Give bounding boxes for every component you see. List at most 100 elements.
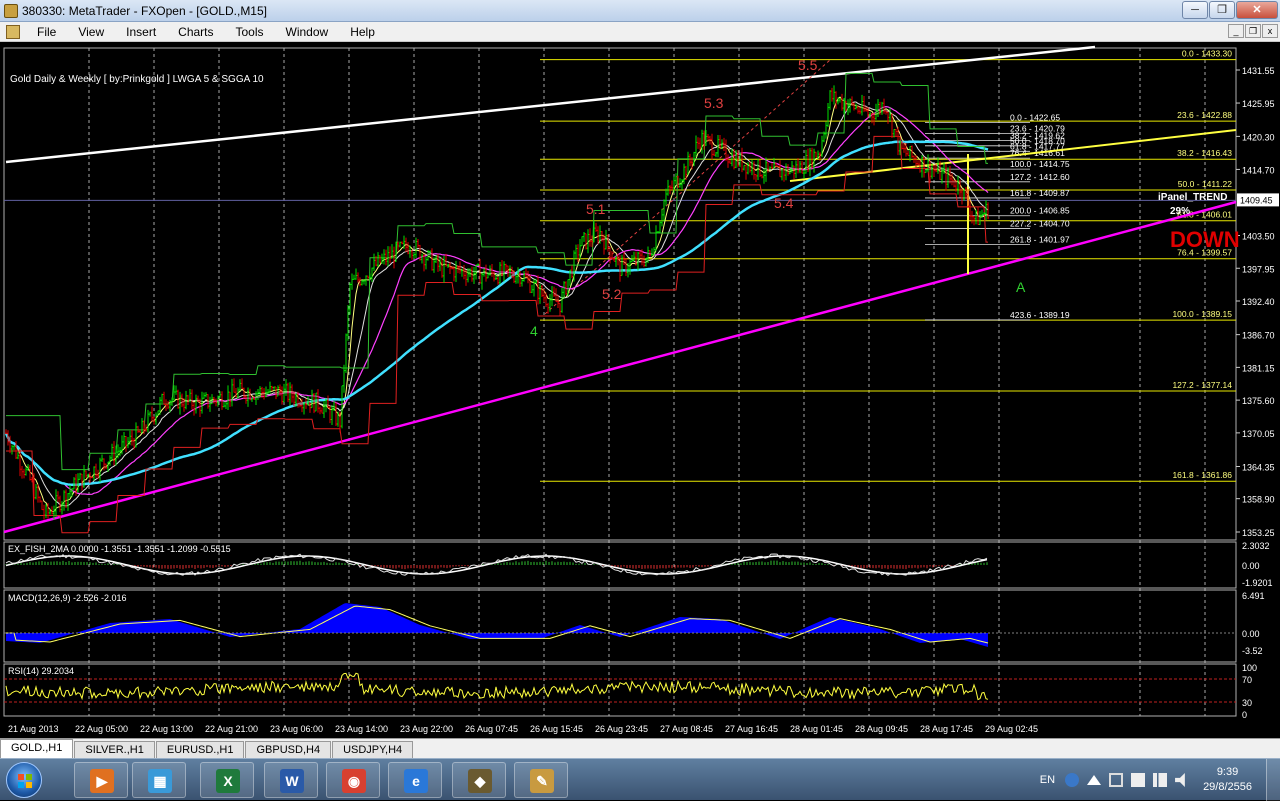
menu-window[interactable]: Window xyxy=(275,25,340,39)
mdi-controls: _ ❐ x xyxy=(1227,24,1278,38)
macd-label: MACD(12,26,9) -2.526 -2.016 xyxy=(8,593,127,603)
clock[interactable]: 9:39 29/8/2556 xyxy=(1203,765,1252,795)
taskbar-app-gallery[interactable]: ▦ xyxy=(132,762,186,798)
rsi-line xyxy=(5,672,989,701)
windows-taskbar: ▶ ▦ X W ◉ e ◆ ✎ EN 9:39 29/8/2556 xyxy=(0,758,1280,801)
fisher-axis-label: 2.3032 xyxy=(1242,541,1270,551)
taskbar-app-internet-explorer[interactable]: e xyxy=(388,762,442,798)
fisher-axis-label: -1.9201 xyxy=(1242,578,1273,588)
arrow-up-icon[interactable] xyxy=(1087,775,1102,785)
help-icon[interactable] xyxy=(1065,773,1080,787)
fib-ext-label: 261.8 - 1401.97 xyxy=(1010,235,1070,245)
taskbar-app-paint[interactable]: ✎ xyxy=(514,762,568,798)
mdi-minimize-button[interactable]: _ xyxy=(1228,24,1244,38)
time-axis-label: 26 Aug 07:45 xyxy=(465,724,518,734)
macd-axis-label: -3.52 xyxy=(1242,646,1263,656)
price-axis-label: 1353.25 xyxy=(1242,528,1275,538)
ma-long-line xyxy=(4,140,989,487)
fib-ext-label: 127.2 - 1412.60 xyxy=(1010,172,1070,182)
rsi-axis-label: 100 xyxy=(1242,663,1257,673)
fib-ext-label: 0.0 - 1422.65 xyxy=(1010,113,1060,123)
fib-level-label: 0.0 - 1433.30 xyxy=(1182,49,1232,59)
chart-document-icon[interactable] xyxy=(6,24,20,39)
menu-file[interactable]: File xyxy=(26,25,67,39)
fisher-line xyxy=(5,553,988,576)
time-axis-label: 22 Aug 21:00 xyxy=(205,724,258,734)
fib-level-label: 100.0 - 1389.15 xyxy=(1172,309,1232,319)
chart-tab-bar: GOLD.,H1 SILVER.,H1 EURUSD.,H1 GBPUSD,H4… xyxy=(0,738,1280,758)
taskbar-app-word[interactable]: W xyxy=(264,762,318,798)
fib-level-label: 127.2 - 1377.14 xyxy=(1172,380,1232,390)
time-axis-label: 23 Aug 14:00 xyxy=(335,724,388,734)
fib-ext-label: 161.8 - 1409.87 xyxy=(1010,188,1070,198)
metatrader-icon: ◆ xyxy=(468,769,492,793)
price-axis-label: 1420.30 xyxy=(1242,132,1275,142)
time-axis-label: 28 Aug 17:45 xyxy=(920,724,973,734)
tab-silver-h1[interactable]: SILVER.,H1 xyxy=(74,741,155,758)
taskbar-app-media-player[interactable]: ▶ xyxy=(74,762,128,798)
time-axis-label: 21 Aug 2013 xyxy=(8,724,59,734)
price-chart[interactable]: 0.0 - 1433.30 23.6 - 1422.88 38.2 - 1416.4… xyxy=(0,42,1280,738)
menu-charts[interactable]: Charts xyxy=(167,25,224,39)
network-icon[interactable] xyxy=(1153,773,1168,787)
price-axis-label: 1358.90 xyxy=(1242,495,1275,505)
wave-dashed-line xyxy=(544,59,831,315)
taskbar-app-metatrader[interactable]: ◆ xyxy=(452,762,506,798)
price-axis-label: 1392.40 xyxy=(1242,297,1275,307)
rsi-axis-label: 30 xyxy=(1242,698,1252,708)
clock-date: 29/8/2556 xyxy=(1203,781,1252,793)
chart-title: Gold Daily & Weekly [ by:Prinkgold ] LWG… xyxy=(10,74,264,85)
minimize-button[interactable]: ─ xyxy=(1182,1,1208,19)
chart-window[interactable]: 0.0 - 1433.30 23.6 - 1422.88 38.2 - 1416.4… xyxy=(0,42,1280,738)
fib-ext-label: 100.0 - 1414.75 xyxy=(1010,159,1070,169)
start-button[interactable] xyxy=(6,762,42,798)
price-axis-label: 1414.70 xyxy=(1242,165,1275,175)
menu-help[interactable]: Help xyxy=(339,25,386,39)
price-axis-label: 1397.95 xyxy=(1242,264,1275,274)
volume-icon[interactable] xyxy=(1175,773,1185,787)
fib-level-label: 23.6 - 1422.88 xyxy=(1177,110,1232,120)
word-icon: W xyxy=(280,769,304,793)
flag-icon[interactable] xyxy=(1131,773,1146,787)
tab-gbpusd-h4[interactable]: GBPUSD,H4 xyxy=(245,741,332,758)
language-indicator[interactable]: EN xyxy=(1040,774,1055,786)
monitor-icon[interactable] xyxy=(1109,773,1124,787)
clock-time: 9:39 xyxy=(1216,766,1239,778)
window-controls: ─ ❐ ✕ xyxy=(1181,1,1278,19)
ipanel-percent: 29% xyxy=(1170,206,1190,217)
wave-label: 5.4 xyxy=(774,195,794,211)
chrome-icon: ◉ xyxy=(342,769,366,793)
metatrader-app-icon[interactable] xyxy=(4,3,18,18)
time-axis-label: 26 Aug 15:45 xyxy=(530,724,583,734)
lower-envelope-line xyxy=(6,135,988,534)
time-axis-label: 22 Aug 13:00 xyxy=(140,724,193,734)
wave-label: 5.3 xyxy=(704,95,724,111)
window-title: 380330: MetaTrader - FXOpen - [GOLD.,M15… xyxy=(22,3,267,18)
tab-usdjpy-h4[interactable]: USDJPY,H4 xyxy=(332,741,414,758)
macd-histogram xyxy=(6,603,988,647)
menu-view[interactable]: View xyxy=(67,25,115,39)
time-axis-label: 26 Aug 23:45 xyxy=(595,724,648,734)
paint-icon: ✎ xyxy=(530,769,554,793)
fib-ext-label: 227.2 - 1404.70 xyxy=(1010,218,1070,228)
taskbar-app-excel[interactable]: X xyxy=(200,762,254,798)
mdi-close-button[interactable]: x xyxy=(1262,24,1278,38)
show-desktop-button[interactable] xyxy=(1266,759,1280,801)
close-button[interactable]: ✕ xyxy=(1236,1,1278,19)
current-price-label: 1409.45 xyxy=(1240,195,1273,205)
menu-tools[interactable]: Tools xyxy=(225,25,275,39)
mdi-restore-button[interactable]: ❐ xyxy=(1245,24,1261,38)
time-axis-label: 29 Aug 02:45 xyxy=(985,724,1038,734)
fib-ext-label: 200.0 - 1406.85 xyxy=(1010,206,1070,216)
menu-bar: File View Insert Charts Tools Window Hel… xyxy=(0,22,1280,42)
tab-eurusd-h1[interactable]: EURUSD.,H1 xyxy=(155,741,245,758)
price-axis-label: 1403.50 xyxy=(1242,232,1275,242)
maximize-button[interactable]: ❐ xyxy=(1209,1,1235,19)
wave-label: 5.5 xyxy=(798,57,818,73)
wave-label: 4 xyxy=(530,323,538,339)
internet-explorer-icon: e xyxy=(404,769,428,793)
taskbar-app-chrome[interactable]: ◉ xyxy=(326,762,380,798)
menu-insert[interactable]: Insert xyxy=(115,25,167,39)
time-axis-label: 22 Aug 05:00 xyxy=(75,724,128,734)
tab-gold-h1[interactable]: GOLD.,H1 xyxy=(0,739,74,758)
